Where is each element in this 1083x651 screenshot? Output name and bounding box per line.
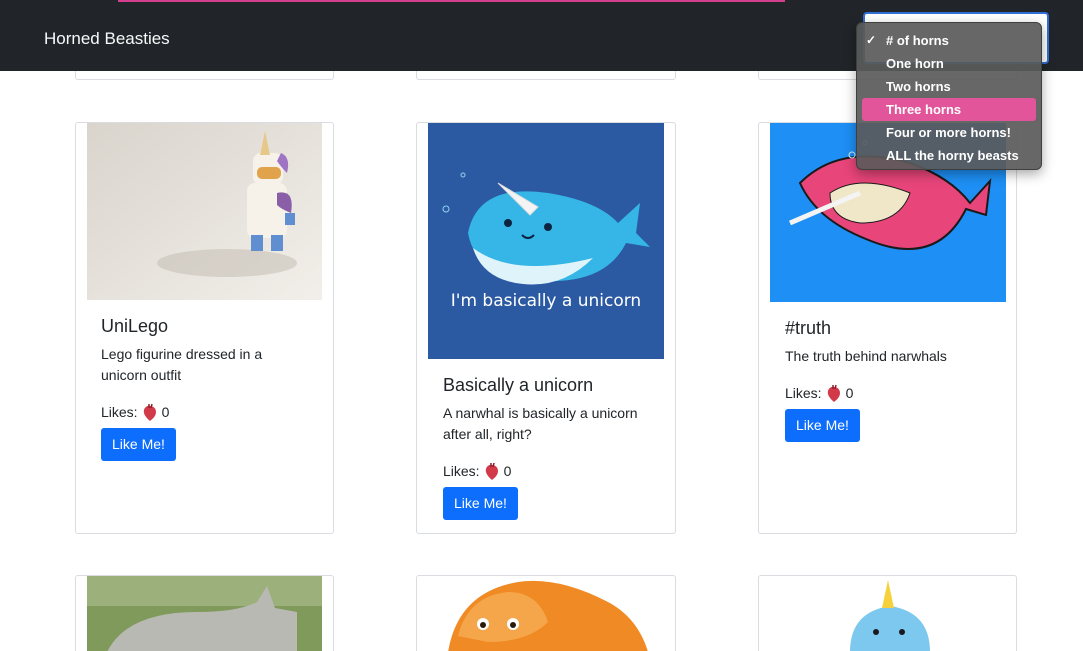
- beast-image[interactable]: I'm basically a unicorn: [428, 123, 664, 359]
- likes-row: Likes: 0: [785, 384, 853, 402]
- likes-count: 0: [503, 463, 512, 479]
- likes-row: Likes: 0: [101, 403, 169, 421]
- likes-count: 0: [845, 385, 854, 401]
- card-description: Lego figurine dressed in a unicorn outfi…: [101, 346, 263, 383]
- card-description: A narwhal is basically a unicorn after a…: [443, 405, 638, 442]
- anatomical-heart-icon: [143, 403, 156, 421]
- anatomical-heart-icon: [827, 384, 840, 402]
- checkmark-icon: ✓: [866, 33, 877, 47]
- option-label: Two horns: [886, 79, 951, 94]
- beast-image[interactable]: [87, 123, 322, 300]
- beast-image[interactable]: [87, 576, 322, 651]
- likes-label: Likes:: [101, 404, 138, 420]
- option-label: ALL the horny beasts: [886, 148, 1019, 163]
- horns-filter-menu: ✓ # of horns One horn Two horns Three ho…: [856, 22, 1042, 170]
- card-description: The truth behind narwhals: [785, 348, 947, 364]
- menu-option-all-beasts[interactable]: ALL the horny beasts: [862, 144, 1036, 167]
- option-label: Three horns: [886, 102, 962, 117]
- beast-card-truth: #truth The truth behind narwhals Likes: …: [758, 122, 1017, 534]
- beast-card-bottom-1: [75, 575, 334, 651]
- card-title: UniLego: [101, 316, 169, 336]
- menu-option-number-of-horns[interactable]: ✓ # of horns: [862, 29, 1036, 52]
- option-label: Four or more horns!: [886, 125, 1011, 140]
- narwhal-plush-photo: [770, 576, 1006, 651]
- like-me-button[interactable]: Like Me!: [101, 428, 176, 461]
- anatomical-heart-icon: [485, 462, 498, 480]
- likes-label: Likes:: [785, 385, 822, 401]
- beast-image[interactable]: [770, 576, 1006, 651]
- brand-title[interactable]: Horned Beasties: [44, 29, 170, 49]
- likes-count: 0: [161, 404, 170, 420]
- rhino-photo: [87, 576, 322, 651]
- beast-image[interactable]: [428, 576, 664, 651]
- beast-card-unilego: UniLego Lego figurine dressed in a unico…: [75, 122, 334, 534]
- menu-option-two-horns[interactable]: Two horns: [862, 75, 1036, 98]
- likes-label: Likes:: [443, 463, 480, 479]
- unilego-photo: [87, 123, 322, 300]
- card-title: #truth: [785, 318, 832, 338]
- like-me-button[interactable]: Like Me!: [785, 409, 860, 442]
- menu-option-three-horns[interactable]: Three horns: [862, 98, 1036, 121]
- option-label: One horn: [886, 56, 944, 71]
- top-accent-bar: [118, 0, 785, 2]
- triceratops-cartoon: [428, 576, 664, 651]
- beast-card-basically-a-unicorn: I'm basically a unicorn Basically a unic…: [416, 122, 676, 534]
- likes-row: Likes: 0: [443, 462, 511, 480]
- card-title: Basically a unicorn: [443, 375, 594, 395]
- like-me-button[interactable]: Like Me!: [443, 487, 518, 520]
- beast-card-bottom-2: [416, 575, 676, 651]
- beast-card-bottom-3: [758, 575, 1017, 651]
- menu-option-four-or-more-horns[interactable]: Four or more horns!: [862, 121, 1036, 144]
- menu-option-one-horn[interactable]: One horn: [862, 52, 1036, 75]
- option-label: # of horns: [886, 33, 949, 48]
- image-caption: I'm basically a unicorn: [450, 291, 642, 311]
- narwhal-illustration: [428, 123, 664, 359]
